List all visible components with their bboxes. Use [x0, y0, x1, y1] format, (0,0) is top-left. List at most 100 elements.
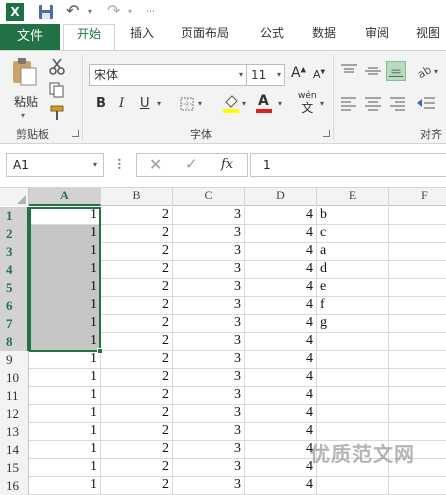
cell-e16[interactable]: [317, 477, 389, 495]
tab-page-layout[interactable]: 页面布局: [172, 24, 238, 50]
cell-f11[interactable]: [389, 387, 446, 405]
orientation-icon[interactable]: ab ▾: [416, 63, 444, 79]
cancel-icon[interactable]: ✕: [149, 155, 162, 174]
cell-a3[interactable]: 1: [29, 243, 101, 261]
cell-f6[interactable]: [389, 297, 446, 315]
column-header-f[interactable]: F: [389, 188, 446, 206]
copy-icon[interactable]: [48, 81, 66, 99]
cell-c4[interactable]: 3: [173, 261, 245, 279]
tab-insert[interactable]: 插入: [120, 24, 164, 50]
row-header[interactable]: 10: [0, 369, 29, 387]
cell-d11[interactable]: 4: [245, 387, 317, 405]
cell-c11[interactable]: 3: [173, 387, 245, 405]
cell-f1[interactable]: [389, 207, 446, 225]
cell-c2[interactable]: 3: [173, 225, 245, 243]
column-header-b[interactable]: B: [101, 188, 173, 206]
cell-b11[interactable]: 2: [101, 387, 173, 405]
cell-a11[interactable]: 1: [29, 387, 101, 405]
cell-f2[interactable]: [389, 225, 446, 243]
cell-b1[interactable]: 2: [101, 207, 173, 225]
cell-b10[interactable]: 2: [101, 369, 173, 387]
tab-file[interactable]: 文件: [0, 24, 60, 50]
cell-d7[interactable]: 4: [245, 315, 317, 333]
cell-a1[interactable]: 1: [29, 207, 101, 225]
cell-f4[interactable]: [389, 261, 446, 279]
format-painter-icon[interactable]: [48, 104, 66, 122]
fill-color-icon[interactable]: [222, 93, 240, 113]
cell-a10[interactable]: 1: [29, 369, 101, 387]
cell-e9[interactable]: [317, 351, 389, 369]
row-header[interactable]: 16: [0, 477, 29, 495]
redo-icon[interactable]: ↷: [107, 3, 125, 21]
cell-c12[interactable]: 3: [173, 405, 245, 423]
cell-d2[interactable]: 4: [245, 225, 317, 243]
align-center-icon[interactable]: [364, 95, 382, 111]
row-header[interactable]: 7: [0, 315, 29, 333]
tab-home[interactable]: 开始: [63, 24, 115, 51]
cell-a2[interactable]: 1: [29, 225, 101, 243]
cell-b3[interactable]: 2: [101, 243, 173, 261]
row-header[interactable]: 2: [0, 225, 29, 243]
cell-c10[interactable]: 3: [173, 369, 245, 387]
cell-f7[interactable]: [389, 315, 446, 333]
row-header[interactable]: 15: [0, 459, 29, 477]
grow-font-button[interactable]: A▲: [291, 65, 306, 81]
cell-f10[interactable]: [389, 369, 446, 387]
bold-button[interactable]: B: [96, 96, 106, 111]
cell-c9[interactable]: 3: [173, 351, 245, 369]
cell-d13[interactable]: 4: [245, 423, 317, 441]
cell-b7[interactable]: 2: [101, 315, 173, 333]
cell-d16[interactable]: 4: [245, 477, 317, 495]
cell-b4[interactable]: 2: [101, 261, 173, 279]
cell-b9[interactable]: 2: [101, 351, 173, 369]
row-header[interactable]: 13: [0, 423, 29, 441]
align-top-icon[interactable]: [340, 63, 358, 79]
cell-d15[interactable]: 4: [245, 459, 317, 477]
cell-b13[interactable]: 2: [101, 423, 173, 441]
decrease-indent-icon[interactable]: [416, 95, 436, 111]
undo-icon[interactable]: ↶: [66, 3, 84, 21]
cell-c8[interactable]: 3: [173, 333, 245, 351]
tab-data[interactable]: 数据: [302, 24, 346, 50]
phonetic-dropdown-icon[interactable]: ▾: [320, 99, 324, 108]
row-header[interactable]: 4: [0, 261, 29, 279]
cell-c7[interactable]: 3: [173, 315, 245, 333]
row-header[interactable]: 11: [0, 387, 29, 405]
paste-dropdown-icon[interactable]: ▾: [21, 111, 25, 120]
align-middle-icon[interactable]: [364, 63, 382, 79]
cell-f5[interactable]: [389, 279, 446, 297]
name-box[interactable]: A1 ▾: [6, 153, 104, 177]
cell-a6[interactable]: 1: [29, 297, 101, 315]
paste-button-label[interactable]: 粘贴: [8, 93, 44, 110]
cell-e10[interactable]: [317, 369, 389, 387]
cell-c5[interactable]: 3: [173, 279, 245, 297]
tab-view[interactable]: 视图: [408, 24, 446, 50]
cell-d12[interactable]: 4: [245, 405, 317, 423]
cell-e2[interactable]: c: [317, 225, 389, 243]
cell-a7[interactable]: 1: [29, 315, 101, 333]
resize-handle-icon[interactable]: • • •: [117, 157, 122, 173]
cell-c13[interactable]: 3: [173, 423, 245, 441]
underline-button[interactable]: U: [140, 96, 150, 111]
borders-icon[interactable]: [180, 97, 194, 111]
font-size-select[interactable]: 11 ▾: [247, 64, 285, 86]
column-header-a[interactable]: A: [29, 188, 101, 206]
borders-dropdown-icon[interactable]: ▾: [198, 99, 202, 108]
paste-icon[interactable]: [10, 57, 38, 87]
cell-c16[interactable]: 3: [173, 477, 245, 495]
cut-icon[interactable]: [48, 57, 66, 75]
tab-review[interactable]: 审阅: [355, 24, 399, 50]
insert-function-icon[interactable]: fx: [221, 157, 233, 172]
tab-formulas[interactable]: 公式: [250, 24, 294, 50]
row-header[interactable]: 6: [0, 297, 29, 315]
italic-button[interactable]: I: [119, 96, 124, 111]
cell-b2[interactable]: 2: [101, 225, 173, 243]
cell-d6[interactable]: 4: [245, 297, 317, 315]
cell-e5[interactable]: e: [317, 279, 389, 297]
phonetic-icon[interactable]: wén 文: [298, 91, 317, 115]
cell-e12[interactable]: [317, 405, 389, 423]
undo-dropdown-icon[interactable]: ▾: [88, 3, 98, 21]
row-header[interactable]: 8: [0, 333, 29, 351]
align-left-icon[interactable]: [340, 95, 358, 111]
cell-d9[interactable]: 4: [245, 351, 317, 369]
